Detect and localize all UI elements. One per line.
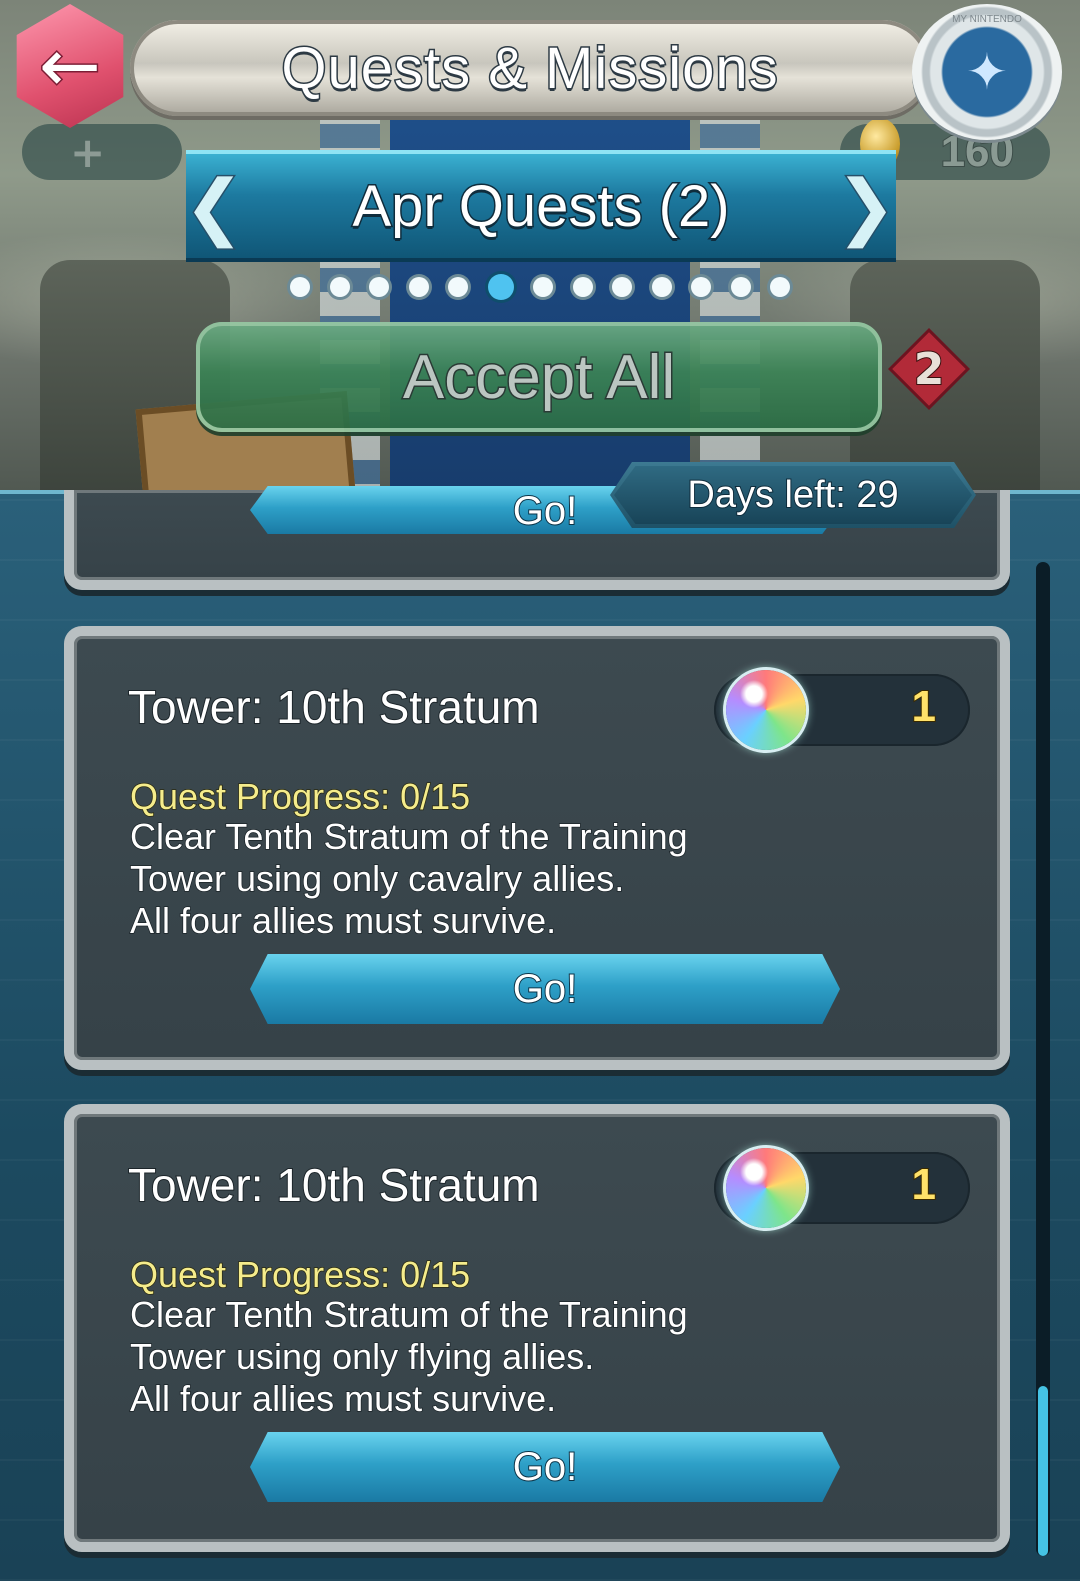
quest-title: Tower: 10th Stratum [127,1158,541,1212]
page-title: Quests & Missions [280,34,779,102]
go-button-label: Go! [512,966,578,1012]
scrollbar[interactable] [1036,562,1050,1556]
page-dot[interactable] [448,277,468,297]
quest-description: Clear Tenth Stratum of the Training Towe… [129,815,790,942]
scrollbar-thumb[interactable] [1038,1386,1048,1556]
category-next-arrow-icon[interactable]: ❯ [824,150,908,262]
reward-amount: 1 [910,681,937,732]
accept-all-label: Accept All [401,341,676,413]
days-left-badge: Days left: 29 [610,462,976,528]
days-left-text: Days left: 29 [686,473,899,517]
quest-progress: Quest Progress: 0/15 [129,1253,471,1296]
go-button-label: Go! [512,488,578,534]
quest-category-label: Apr Quests (2) [351,172,731,240]
quest-description-line: All four allies must survive. [129,1377,557,1420]
page-dot[interactable] [691,277,711,297]
go-button-label: Go! [512,1444,578,1490]
page-dot[interactable] [572,277,593,297]
quest-description: Clear Tenth Stratum of the Training Towe… [129,1293,790,1420]
category-page-indicator [290,272,790,302]
quest-description-line: Clear Tenth Stratum of the Training [129,1293,688,1336]
quest-category-bar: Apr Quests (2) [186,150,896,262]
title-bar: Quests & Missions [130,20,930,116]
page-dot-active[interactable] [487,274,514,300]
left-arrow-icon: ← [37,23,102,109]
go-button[interactable]: Go! [250,1432,840,1502]
quest-reward: 1 [714,1148,970,1228]
quest-progress: Quest Progress: 0/15 [129,775,471,818]
quest-description-line: Tower using only cavalry allies. [129,857,625,900]
orb-icon [726,1148,806,1228]
page-dot[interactable] [770,277,790,297]
reward-amount: 1 [910,1159,937,1210]
page-dot[interactable] [612,277,632,297]
quest-description-line: Clear Tenth Stratum of the Training [129,815,688,858]
page-dot[interactable] [329,277,350,297]
page-dot[interactable] [290,277,310,297]
quest-title: Tower: 10th Stratum [127,680,541,734]
fire-emblem-crest-icon: ✦ [966,43,1008,101]
page-dot[interactable] [730,277,751,297]
quest-description-line: Tower using only flying allies. [129,1335,595,1378]
quest-card: Tower: 10th Stratum 1 Quest Progress: 0/… [64,626,1010,1070]
category-prev-arrow-icon[interactable]: ❮ [172,150,256,262]
my-nintendo-label: MY NINTENDO [952,14,1022,25]
page-dot[interactable] [651,277,672,297]
quest-reward: 1 [714,670,970,750]
page-dot[interactable] [533,277,553,297]
page-dot[interactable] [408,277,429,297]
accept-count-value: 2 [913,343,946,396]
quest-description-line: All four allies must survive. [129,899,557,942]
accept-count-badge: 2 [892,332,966,406]
accept-all-button[interactable]: Accept All [196,322,882,432]
back-button[interactable]: ← [0,0,140,140]
my-nintendo-button[interactable]: MY NINTENDO ✦ [912,4,1062,140]
quest-card: Tower: 10th Stratum 1 Quest Progress: 0/… [64,1104,1010,1552]
orb-icon [726,670,806,750]
page-dot[interactable] [369,277,389,297]
go-button[interactable]: Go! [250,954,840,1024]
